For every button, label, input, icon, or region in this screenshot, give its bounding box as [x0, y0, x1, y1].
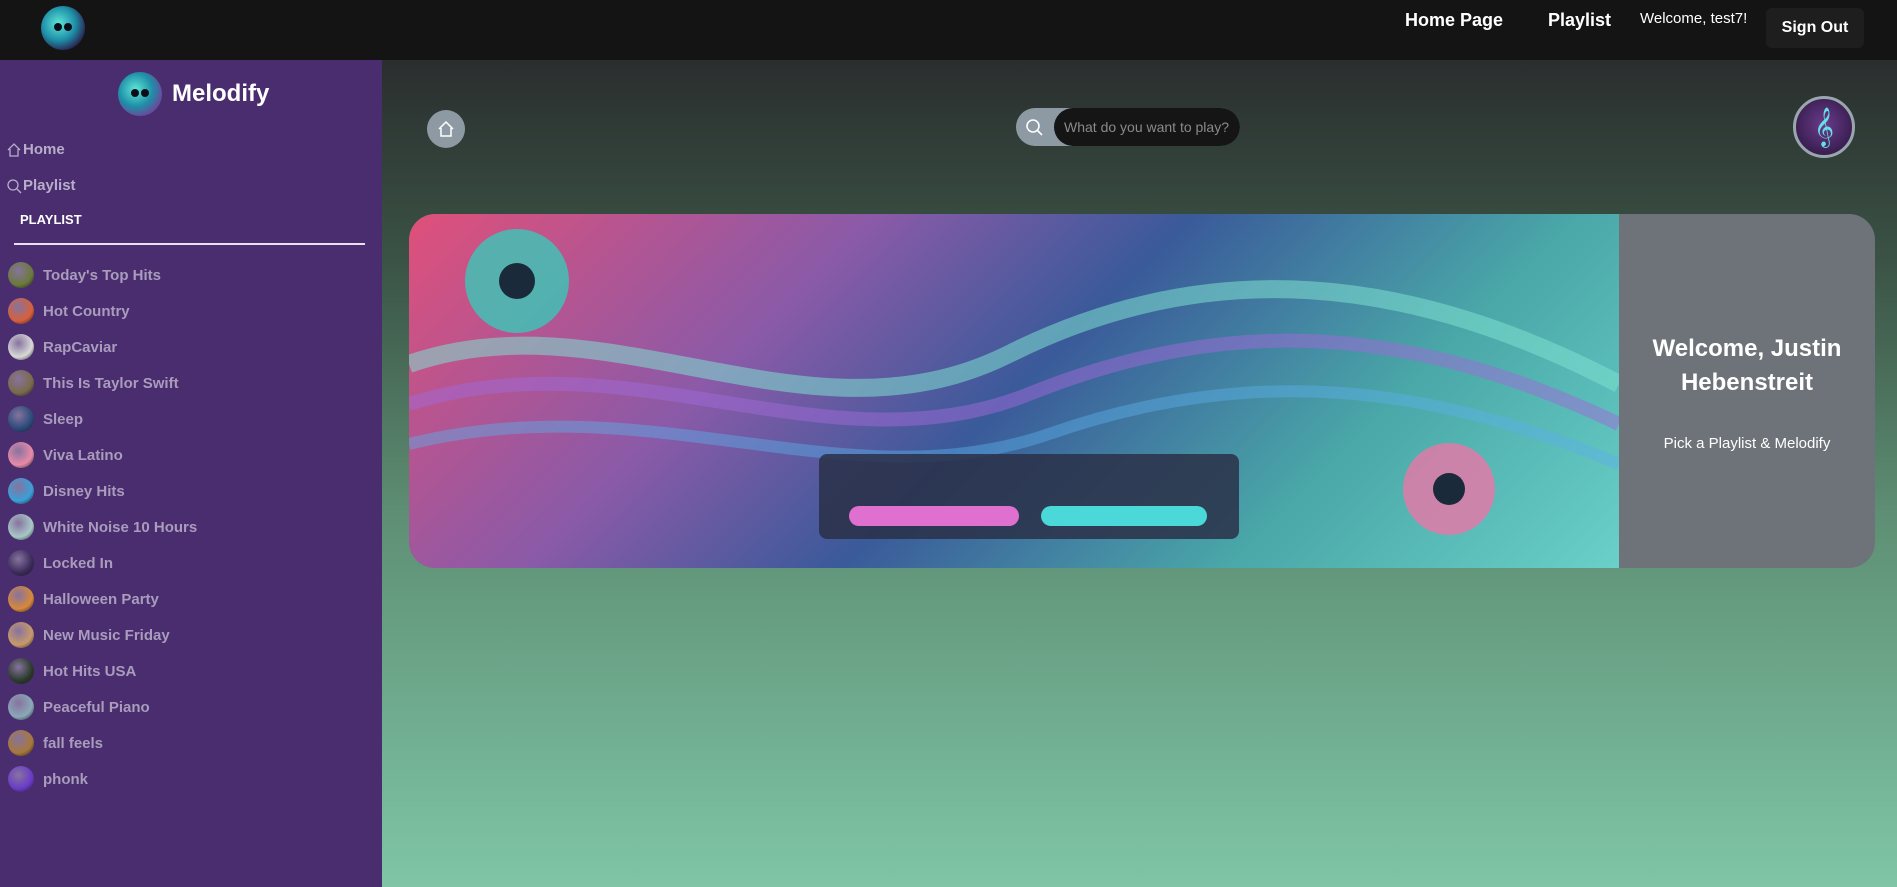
home-button[interactable] [427, 110, 465, 148]
brand-name: Melodify [172, 80, 270, 107]
main-content: 𝄞 Welcome, Justin Hebenstreit Pick a Pla… [382, 60, 1897, 887]
search-input[interactable] [1054, 108, 1240, 146]
playlist-list: Today's Top Hits Hot Country RapCaviar This… [8, 257, 197, 797]
playlist-name: Halloween Party [43, 590, 159, 608]
playlist-cover-icon [8, 694, 34, 720]
playlist-item[interactable]: RapCaviar [8, 329, 197, 365]
playlist-item[interactable]: phonk [8, 761, 197, 797]
hero-title: Welcome, Justin Hebenstreit [1652, 335, 1842, 396]
sign-out-button[interactable]: Sign Out [1766, 8, 1864, 48]
playlist-item[interactable]: Sleep [8, 401, 197, 437]
sidebar-item-home[interactable]: Home [6, 141, 65, 158]
hero-text-panel: Welcome, Justin Hebenstreit Pick a Playl… [1619, 214, 1875, 568]
playlist-cover-icon [8, 370, 34, 396]
hero-subtitle: Pick a Playlist & Melodify [1663, 435, 1831, 452]
playlist-cover-icon [8, 766, 34, 792]
sidebar-item-label: Home [23, 141, 65, 158]
search-icon[interactable] [1024, 117, 1044, 137]
playlist-item[interactable]: Locked In [8, 545, 197, 581]
playlist-item[interactable]: Hot Country [8, 293, 197, 329]
playlist-name: Hot Country [43, 302, 130, 320]
playlist-item[interactable]: Hot Hits USA [8, 653, 197, 689]
playlist-item[interactable]: White Noise 10 Hours [8, 509, 197, 545]
playlist-name: Locked In [43, 554, 114, 572]
playlist-item[interactable]: Halloween Party [8, 581, 197, 617]
playlist-item[interactable]: Today's Top Hits [8, 257, 197, 293]
playlist-item[interactable]: Disney Hits [8, 473, 197, 509]
playlist-name: Disney Hits [43, 482, 125, 500]
playlist-name: Today's Top Hits [43, 266, 162, 284]
playlist-cover-icon [8, 334, 34, 360]
playlist-cover-icon [8, 730, 34, 756]
sidebar-item-playlist[interactable]: Playlist [6, 177, 76, 194]
melodify-logo-icon[interactable] [41, 6, 85, 50]
playlist-item[interactable]: Peaceful Piano [8, 689, 197, 725]
sidebar-item-label: Playlist [23, 177, 76, 194]
nav-playlist-link[interactable]: Playlist [1548, 10, 1611, 34]
playlist-name: Sleep [43, 410, 84, 428]
playlist-cover-icon [8, 478, 34, 504]
playlist-cover-icon [8, 514, 34, 540]
treble-clef-icon: 𝄞 [1813, 107, 1835, 147]
search-icon [7, 178, 22, 193]
playlist-name: Hot Hits USA [43, 662, 137, 680]
playlist-item[interactable]: fall feels [8, 725, 197, 761]
playlist-name: Viva Latino [43, 446, 123, 464]
hero-image [409, 214, 1624, 568]
sound-wave-art [409, 229, 1624, 539]
search-bar [1016, 108, 1240, 146]
playlist-cover-icon [8, 298, 34, 324]
home-icon [7, 142, 21, 157]
playlist-item[interactable]: Viva Latino [8, 437, 197, 473]
divider [14, 243, 365, 245]
hero-banner: Welcome, Justin Hebenstreit Pick a Playl… [409, 214, 1875, 568]
playlist-name: This Is Taylor Swift [43, 374, 179, 392]
playlist-item[interactable]: This Is Taylor Swift [8, 365, 197, 401]
playlist-cover-icon [8, 658, 34, 684]
brand[interactable]: Melodify [118, 71, 269, 117]
playlist-name: New Music Friday [43, 626, 170, 644]
sidebar: Melodify Home Playlist PLAYLIST Today's … [0, 60, 382, 887]
playlist-name: White Noise 10 Hours [43, 518, 198, 536]
top-bar: Home Page Playlist Welcome, test7! Sign … [0, 0, 1897, 60]
playlist-cover-icon [8, 262, 34, 288]
playlist-cover-icon [8, 550, 34, 576]
home-icon [438, 120, 454, 137]
playlist-cover-icon [8, 406, 34, 432]
playlist-name: fall feels [43, 734, 104, 752]
welcome-user-text: Welcome, test7! [1640, 10, 1748, 27]
melodify-logo-icon [118, 72, 162, 116]
playlist-item[interactable]: New Music Friday [8, 617, 197, 653]
playlist-name: phonk [43, 770, 88, 788]
playlist-cover-icon [8, 586, 34, 612]
playlist-cover-icon [8, 442, 34, 468]
nav-home-page-link[interactable]: Home Page [1405, 10, 1503, 34]
playlist-heading: PLAYLIST [20, 212, 82, 227]
playlist-cover-icon [8, 622, 34, 648]
playlist-name: Peaceful Piano [43, 698, 150, 716]
avatar[interactable]: 𝄞 [1793, 96, 1855, 158]
playlist-name: RapCaviar [43, 338, 118, 356]
